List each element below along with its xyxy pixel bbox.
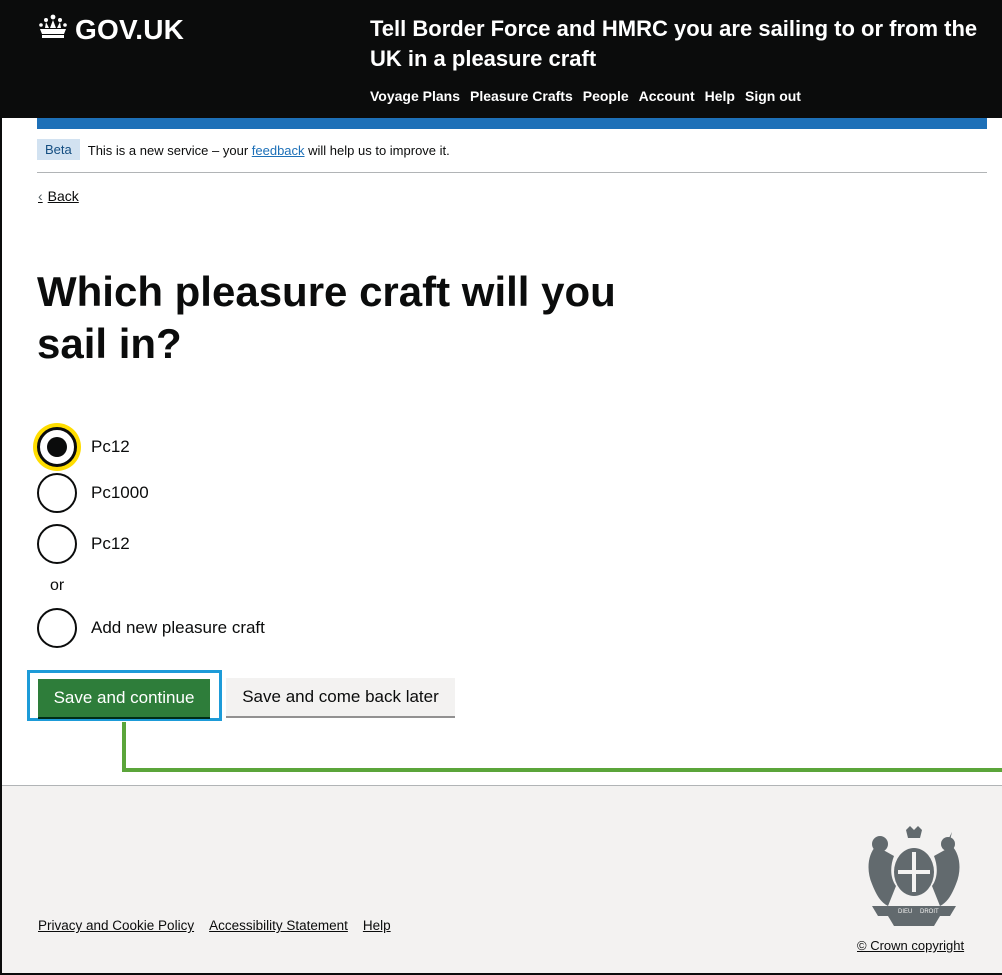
radio-label[interactable]: Pc12 [91, 534, 130, 554]
annotation-connector-horizontal [122, 768, 1002, 772]
save-and-come-back-later-button[interactable]: Save and come back later [226, 678, 455, 716]
radio-button[interactable] [37, 608, 77, 648]
header-nav: Voyage Plans Pleasure Crafts People Acco… [370, 88, 801, 104]
back-link-label: Back [47, 188, 79, 204]
radio-option-pc1000[interactable]: Pc1000 [37, 473, 149, 513]
svg-text:DIEU: DIEU [898, 909, 912, 915]
radio-option-pc12[interactable]: Pc12 [37, 427, 130, 467]
nav-sign-out[interactable]: Sign out [745, 88, 801, 104]
radio-selected-dot [47, 437, 67, 457]
radio-label[interactable]: Pc12 [91, 437, 130, 457]
nav-people[interactable]: People [583, 88, 629, 104]
svg-text:DROIT: DROIT [920, 909, 939, 915]
phase-text-after: will help us to improve it. [304, 143, 450, 158]
crown-icon [37, 12, 69, 47]
header-blue-bar [37, 118, 987, 129]
radio-option-pc12-second[interactable]: Pc12 [37, 524, 130, 564]
radio-button[interactable] [37, 524, 77, 564]
site-header: GOV.UK Tell Border Force and HMRC you ar… [0, 0, 1002, 118]
crown-copyright-link[interactable]: © Crown copyright [857, 938, 964, 953]
feedback-link[interactable]: feedback [252, 143, 305, 158]
royal-coat-of-arms-icon: DIEU DROIT [858, 826, 970, 928]
nav-voyage-plans[interactable]: Voyage Plans [370, 88, 460, 104]
footer-link-accessibility[interactable]: Accessibility Statement [209, 918, 348, 933]
back-link[interactable]: ‹ Back [38, 188, 79, 204]
footer-link-privacy[interactable]: Privacy and Cookie Policy [38, 918, 194, 933]
govuk-logo[interactable]: GOV.UK [37, 12, 184, 47]
phase-tag: Beta [37, 139, 80, 160]
phase-text-before: This is a new service – your [87, 143, 252, 158]
logo-text: GOV.UK [75, 13, 185, 45]
chevron-left-icon: ‹ [38, 188, 43, 204]
radio-button[interactable] [37, 427, 77, 467]
footer-link-help[interactable]: Help [363, 918, 391, 933]
footer-links: Privacy and Cookie Policy Accessibility … [38, 918, 391, 933]
or-divider: or [50, 577, 65, 594]
nav-pleasure-crafts[interactable]: Pleasure Crafts [470, 88, 573, 104]
site-footer: Privacy and Cookie Policy Accessibility … [2, 785, 1002, 973]
save-and-continue-button[interactable]: Save and continue [38, 679, 210, 717]
radio-label[interactable]: Pc1000 [91, 483, 149, 503]
phase-banner: Beta This is a new service – your feedba… [37, 138, 987, 173]
annotation-connector-vertical [122, 722, 126, 772]
radio-button[interactable] [37, 473, 77, 513]
nav-account[interactable]: Account [639, 88, 695, 104]
radio-option-add-new[interactable]: Add new pleasure craft [37, 608, 265, 648]
phase-text: This is a new service – your feedback wi… [88, 138, 450, 158]
radio-label[interactable]: Add new pleasure craft [91, 618, 265, 638]
nav-help[interactable]: Help [705, 88, 735, 104]
page-title: Which pleasure craft will you sail in? [37, 268, 616, 367]
service-name[interactable]: Tell Border Force and HMRC you are saili… [370, 14, 990, 74]
